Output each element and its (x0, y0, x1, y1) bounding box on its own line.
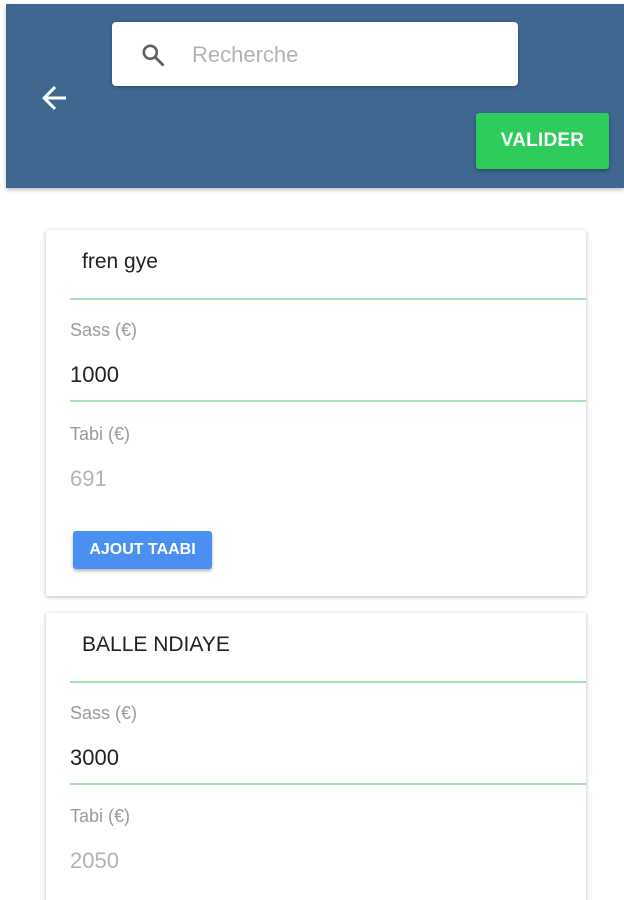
arrow-left-icon[interactable] (36, 80, 72, 116)
search-box[interactable] (112, 22, 518, 86)
tabi-value: 2050 (70, 848, 119, 873)
person-name: BALLE NDIAYE (82, 633, 230, 656)
sass-value: 3000 (70, 745, 119, 770)
person-card: BALLE NDIAYE Sass (€) 3000 Tabi (€) 2050 (46, 613, 586, 900)
tabi-label: Tabi (€) (70, 424, 131, 444)
page: VALIDER fren gye Sass (€) 1000 Tabi (€) … (0, 0, 624, 900)
sass-field[interactable]: 1000 (70, 350, 586, 402)
tabi-label: Tabi (€) (70, 806, 131, 826)
search-icon (142, 44, 165, 67)
sass-label: Sass (€) (70, 320, 138, 340)
tabi-value: 691 (70, 466, 107, 491)
search-input[interactable] (190, 34, 504, 76)
ajout-taabi-button[interactable]: AJOUT TAABI (73, 531, 212, 569)
person-name: fren gye (82, 250, 158, 273)
sass-value: 1000 (70, 362, 119, 387)
valider-button[interactable]: VALIDER (476, 113, 609, 169)
name-field[interactable]: fren gye (70, 230, 586, 300)
sass-label: Sass (€) (70, 703, 138, 723)
app-bar: VALIDER (6, 4, 624, 188)
name-field[interactable]: BALLE NDIAYE (70, 613, 586, 683)
person-card: fren gye Sass (€) 1000 Tabi (€) 691 AJOU… (46, 230, 586, 596)
sass-field[interactable]: 3000 (70, 733, 586, 785)
